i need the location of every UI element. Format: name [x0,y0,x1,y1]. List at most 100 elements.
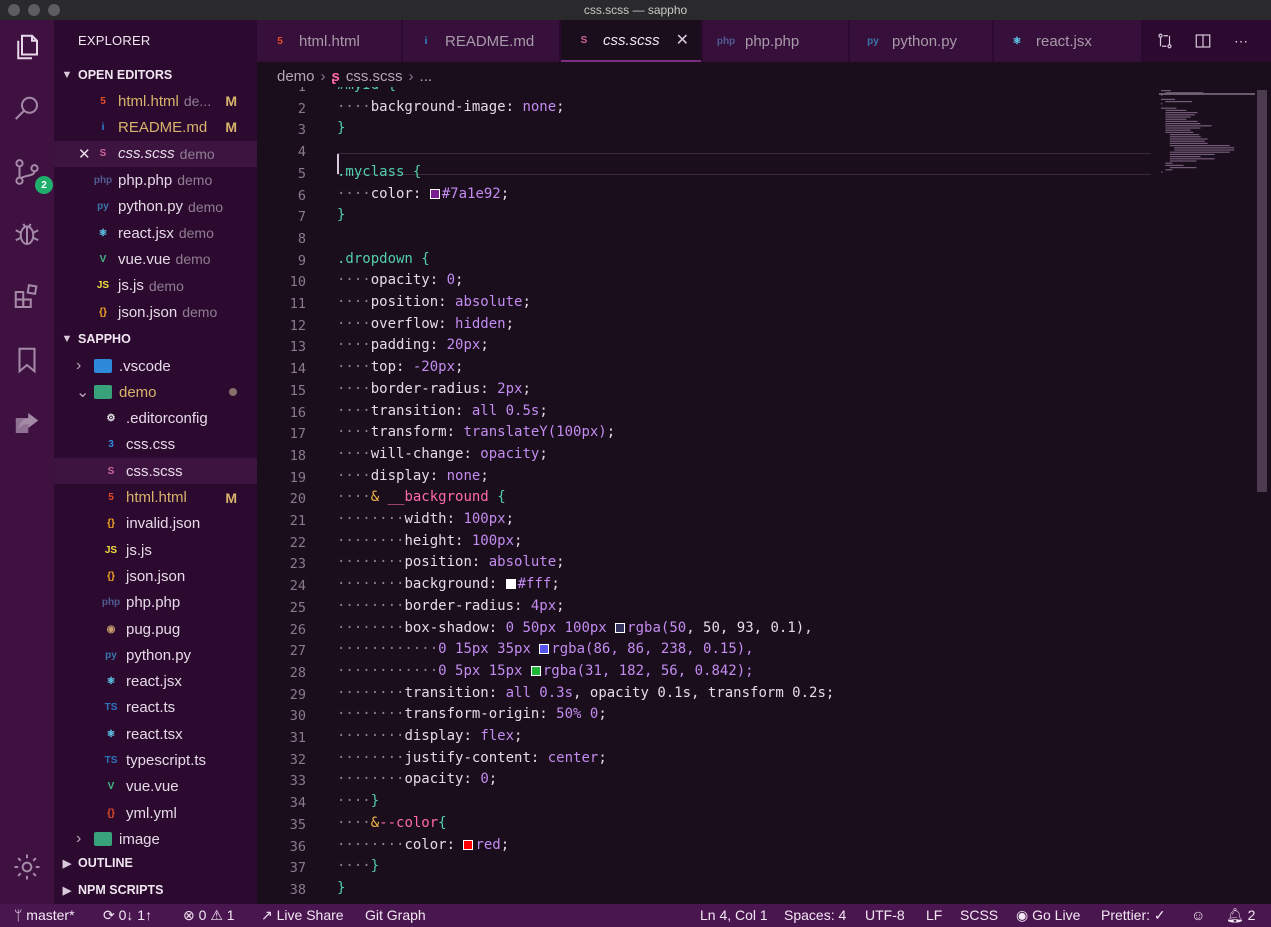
tree-file[interactable]: 5 html.html M [54,485,257,511]
tree-file[interactable]: {} invalid.json [54,511,257,537]
tree-file[interactable]: ⚛ react.tsx [54,721,257,747]
warning-icon: ⚠ [210,907,223,923]
project-header[interactable]: ▼ SAPPHO [54,328,257,350]
language-mode-status[interactable]: SCSS [960,907,998,923]
live-share-status[interactable]: ↗ Live Share [261,907,344,924]
live-share-icon[interactable] [9,405,45,441]
open-editor-item[interactable]: Vvue.vue demo [54,246,257,272]
tree-file[interactable]: TS react.ts [54,695,257,721]
breadcrumb-file[interactable]: css.scss [346,68,403,85]
open-editor-item[interactable]: ✕ Scss.scss demo [54,140,257,167]
breadcrumb-folder[interactable]: demo [277,68,315,85]
react-icon: ⚛ [106,676,116,688]
tab-php-php[interactable]: php php.php [703,20,848,62]
code-line: ····} [337,793,380,810]
tree-file[interactable]: {} json.json [54,563,257,589]
code-line: .dropdown { [337,250,430,267]
open-editor-item[interactable]: 5 html.html de... M [54,88,257,114]
color-swatch-icon[interactable] [505,579,516,590]
tab-react-jsx[interactable]: ⚛ react.jsx [994,20,1141,62]
encoding-status[interactable]: UTF-8 [865,907,905,923]
breadcrumb-more[interactable]: ... [420,68,433,85]
close-icon[interactable]: ✕ [78,145,91,163]
prettier-status[interactable]: Prettier: ✓ [1101,907,1166,924]
notifications-status[interactable]: 🔔︎ 2 [1226,907,1255,924]
tab-html-html[interactable]: 5 html.html [257,20,401,62]
open-editor-item[interactable]: ⚛ react.jsx demo [54,220,257,246]
tree-file[interactable]: ◉ pug.pug [54,616,257,642]
code-line: ········transition: all 0.3s, opacity 0.… [337,684,835,701]
tree-folder[interactable]: › .vscode [54,353,257,379]
minimap[interactable] [1157,87,1257,207]
line-number: 33 [289,773,306,790]
split-editor-icon[interactable] [1193,31,1213,51]
open-editor-item[interactable]: php php.php demo [54,167,257,193]
tree-file[interactable]: ⚛ react.jsx [54,669,257,695]
open-editor-item[interactable]: py python.py demo [54,194,257,220]
code-editor[interactable]: 1 #myId {2 ····background-image: none; 3} 4 5… [257,87,1271,904]
html-icon: 5 [108,492,114,503]
tree-file[interactable]: JS js.js [54,537,257,563]
feedback-icon[interactable]: ☺ [1191,907,1205,923]
editor-scrollbar[interactable] [1257,90,1267,492]
search-icon[interactable] [9,91,45,127]
color-swatch-icon[interactable] [463,839,474,850]
open-editor-description: demo [175,251,211,268]
tab-python-py[interactable]: py python.py [850,20,992,62]
line-number: 1 [297,87,306,95]
tree-folder[interactable]: › image [54,826,257,852]
settings-gear-icon[interactable] [9,849,45,885]
code-line: ····opacity: 0; [337,272,464,289]
line-number: 30 [289,708,306,725]
tree-file[interactable]: Vvue.vue [54,774,257,800]
window-title: css.scss — sappho [583,3,688,17]
tree-file[interactable]: 3 css.css [54,432,257,458]
status-bar: ᛘ master* ⟳ 0↓ 1↑ ⊗ 0 ⚠ 1 ↗ Live Share G… [0,904,1271,927]
outline-header[interactable]: ▶ OUTLINE [54,852,257,874]
extensions-icon[interactable] [9,279,45,315]
git-graph-status[interactable]: Git Graph [365,907,426,923]
tree-file[interactable]: TS typescript.ts [54,748,257,774]
cursor-position-status[interactable]: Ln 4, Col 1 [700,907,768,923]
sidebar-title: EXPLORER [78,33,151,48]
sass-icon: ʂ [331,67,340,85]
code-line: } [337,207,346,224]
tab-css-scss[interactable]: Scss.scss ✕ [561,20,701,62]
close-tab-icon[interactable]: ✕ [676,30,689,50]
tree-item-name: python.py [126,646,192,664]
npm-scripts-header[interactable]: ▶ NPM SCRIPTS [54,879,257,901]
sync-status[interactable]: ⟳ 0↓ 1↑ [103,907,152,924]
source-control-icon[interactable]: 2 [9,154,53,194]
more-actions-icon[interactable]: ⋯ [1231,31,1251,51]
open-editor-description: demo [179,145,215,162]
tree-file[interactable]: py python.py [54,642,257,668]
tab-label: react.jsx [1036,32,1092,50]
open-editor-item[interactable]: i README.md M [54,114,257,140]
line-number: 38 [289,881,306,898]
color-swatch-icon[interactable] [615,622,626,633]
tab-README-md[interactable]: i README.md [403,20,559,62]
open-editor-item[interactable]: JS js.js demo [54,273,257,299]
tree-file[interactable]: Scss.scss [54,458,257,485]
line-number: 3 [297,122,306,139]
tree-file[interactable]: {} yml.yml [54,800,257,826]
bookmark-icon[interactable] [9,342,45,378]
go-live-status[interactable]: ◉ Go Live [1016,907,1080,924]
tree-file[interactable]: php php.php [54,590,257,616]
color-swatch-icon[interactable] [530,665,541,676]
explorer-icon[interactable] [9,29,45,65]
debug-icon[interactable] [9,216,45,252]
tree-file[interactable]: ⚙ .editorconfig [54,406,257,432]
color-swatch-icon[interactable] [539,644,550,655]
branch-status[interactable]: ᛘ master* [14,907,75,923]
js-icon: JS [96,280,110,292]
open-editor-item[interactable]: {} json.json demo [54,299,257,325]
color-swatch-icon[interactable] [429,188,440,199]
open-editors-header[interactable]: ▼ OPEN EDITORS [54,64,257,86]
line-number: 13 [289,339,306,356]
compare-changes-icon[interactable] [1155,31,1175,51]
tree-folder[interactable]: ⌄ demo [54,379,257,405]
eol-status[interactable]: LF [926,907,942,923]
indentation-status[interactable]: Spaces: 4 [784,907,846,923]
problems-status[interactable]: ⊗ 0 ⚠ 1 [183,907,235,924]
